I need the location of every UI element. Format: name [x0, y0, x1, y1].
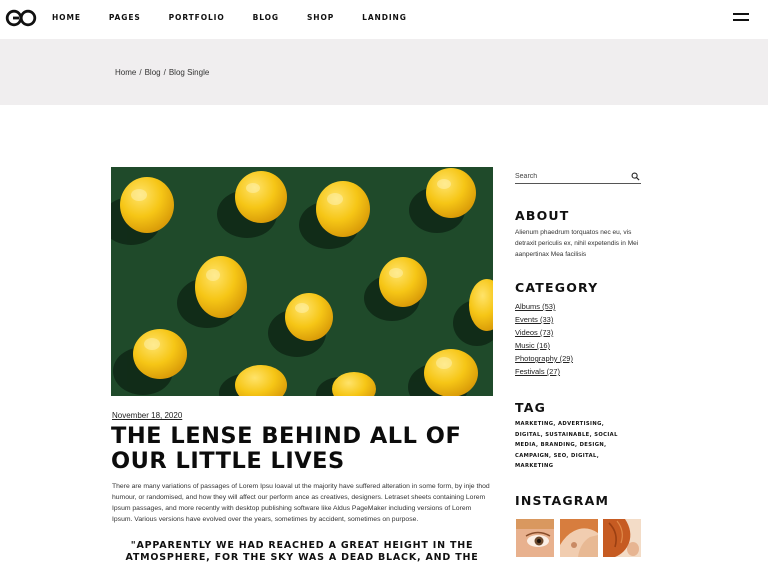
category-item-videos[interactable]: Videos (73) — [515, 326, 573, 339]
instagram-hair-photo-icon — [603, 519, 641, 557]
about-text: Alienum phaedrum torquatos nec eu, vis d… — [515, 229, 639, 258]
tag-link[interactable]: DESIGN, — [580, 442, 607, 448]
instagram-eye-photo-icon — [516, 519, 554, 557]
nav-item-home[interactable]: HOME — [52, 13, 81, 22]
nav-item-landing[interactable]: LANDING — [362, 13, 407, 22]
category-list: Albums (53) Events (33) Videos (73) Musi… — [515, 300, 573, 378]
breadcrumb-current: Blog Single — [168, 68, 210, 77]
instagram-grid — [516, 519, 642, 557]
tag-link[interactable]: DIGITAL, — [571, 453, 599, 459]
lemons-on-green-photo-icon — [111, 167, 493, 396]
hamburger-menu-icon[interactable] — [733, 13, 749, 22]
tag-link[interactable]: ADVERTISING, — [558, 421, 604, 427]
instagram-portrait-photo-icon — [560, 519, 598, 557]
category-item-albums[interactable]: Albums (53) — [515, 300, 573, 313]
breadcrumb-separator: / — [139, 68, 142, 77]
tag-link[interactable]: SEO, — [554, 453, 569, 459]
category-item-photography[interactable]: Photography (29) — [515, 352, 573, 365]
page-title-band: Home / Blog / Blog Single — [0, 39, 768, 105]
tag-link[interactable]: DIGITAL, — [515, 432, 543, 438]
nav-item-blog[interactable]: BLOG — [253, 13, 279, 22]
category-item-music[interactable]: Music (16) — [515, 339, 573, 352]
category-item-festivals[interactable]: Festivals (27) — [515, 365, 573, 378]
about-heading: ABOUT — [515, 208, 570, 223]
instagram-thumb[interactable] — [516, 519, 554, 557]
breadcrumb-blog[interactable]: Blog — [145, 68, 161, 77]
infinity-loop-logo-icon[interactable] — [5, 9, 37, 27]
search-icon[interactable] — [631, 172, 640, 181]
tag-link[interactable]: CAMPAIGN, — [515, 453, 551, 459]
category-item-events[interactable]: Events (33) — [515, 313, 573, 326]
post-title: THE LENSE BEHIND ALL OF OUR LITTLE LIVES — [111, 423, 462, 474]
post-date[interactable]: November 18, 2020 — [112, 411, 182, 420]
tag-cloud: MARKETING, ADVERTISING, DIGITAL, SUSTAIN… — [515, 419, 627, 472]
main-nav: HOME PAGES PORTFOLIO BLOG SHOP LANDING — [52, 13, 435, 22]
post-body-text: There are many variations of passages of… — [112, 483, 490, 523]
nav-item-shop[interactable]: SHOP — [307, 13, 334, 22]
top-navigation-bar: HOME PAGES PORTFOLIO BLOG SHOP LANDING — [0, 0, 768, 38]
breadcrumb-separator: / — [163, 68, 166, 77]
nav-item-pages[interactable]: PAGES — [109, 13, 141, 22]
instagram-thumb[interactable] — [603, 519, 641, 557]
breadcrumb: Home / Blog / Blog Single — [115, 68, 209, 77]
category-heading: CATEGORY — [515, 280, 599, 295]
tag-link[interactable]: SUSTAINABLE, — [545, 432, 592, 438]
breadcrumb-home[interactable]: Home — [115, 68, 136, 77]
tag-link[interactable]: MARKETING, — [515, 421, 556, 427]
post-blockquote: "APPARENTLY WE HAD REACHED A GREAT HEIGH… — [125, 540, 479, 562]
tag-heading: TAG — [515, 400, 547, 415]
hamburger-line — [733, 19, 749, 21]
nav-item-portfolio[interactable]: PORTFOLIO — [169, 13, 225, 22]
post-featured-image — [111, 167, 493, 396]
hamburger-line — [733, 13, 749, 15]
search-input[interactable] — [515, 170, 625, 182]
tag-link[interactable]: MARKETING — [515, 463, 553, 469]
instagram-thumb[interactable] — [560, 519, 598, 557]
instagram-heading: INSTAGRAM — [515, 493, 610, 508]
sidebar-search — [515, 170, 641, 184]
tag-link[interactable]: BRANDING, — [541, 442, 578, 448]
